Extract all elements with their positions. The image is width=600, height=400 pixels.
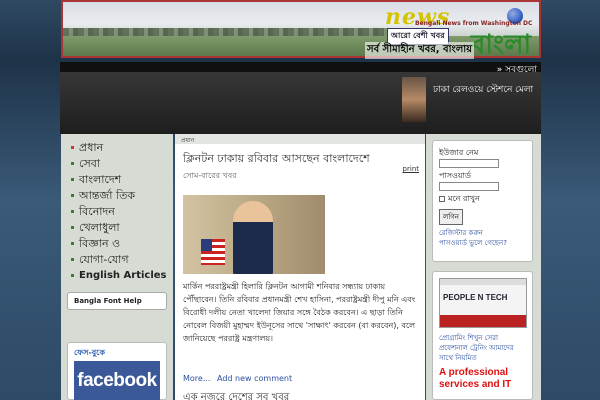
- facebook-logo[interactable]: facebook: [74, 361, 160, 400]
- password-label: পাসওয়ার্ড: [439, 171, 471, 180]
- article-photo: [183, 195, 325, 274]
- nav-item-english-articles[interactable]: English Articles: [71, 268, 173, 284]
- remember-checkbox[interactable]: [439, 195, 445, 202]
- nav-item[interactable]: খেলাধুলা: [71, 220, 173, 236]
- ad-brand: PEOPLE N TECH: [443, 293, 508, 302]
- remember-label: মনে রাখুন: [448, 194, 480, 203]
- password-input[interactable]: [439, 182, 499, 191]
- nav-item[interactable]: বাংলাদেশ: [71, 172, 173, 188]
- register-link[interactable]: রেজিস্টার করুন: [439, 228, 526, 238]
- login-box: ইউজার নেম পাসওয়ার্ড মনে রাখুন লগিন রেজি…: [432, 140, 533, 262]
- ad-banner-bottom: [440, 315, 526, 327]
- nav-item[interactable]: বিনোদন: [71, 204, 173, 220]
- login-button[interactable]: লগিন: [439, 209, 463, 225]
- featured-thumbnail[interactable]: [402, 77, 426, 122]
- nav-item[interactable]: বিজ্ঞান ও: [71, 236, 173, 252]
- logo-bangla-text: বাংলা: [470, 30, 531, 58]
- ad-red-text[interactable]: A professional services and IT: [439, 367, 526, 391]
- next-article-headline[interactable]: এক নজরে দেশের সব খবর: [183, 390, 289, 400]
- article-links: More... Add new comment: [183, 374, 296, 383]
- header-slogan: সর্ব সীমাহীন খবর, বাংলায়: [365, 42, 475, 59]
- main-content: প্রধান ক্লিনটন ঢাকায় রবিবার আসছেন বাংলা…: [175, 134, 425, 400]
- forgot-password-link[interactable]: পাসওয়ার্ড ভুলে গেছেন?: [439, 238, 526, 248]
- nav-item[interactable]: যোগা-যোগ: [71, 252, 173, 268]
- ad-banner-top: [440, 279, 526, 285]
- breadcrumb: প্রধান: [175, 134, 425, 144]
- remember-row: মনে রাখুন: [439, 193, 526, 204]
- left-sidebar: প্রধান সেবা বাংলাদেশ আন্তর্জা তিক বিনোদন…: [61, 134, 173, 400]
- ad-blue-text[interactable]: প্রোগ্রামিং শিখুন সেরা প্রফেশনাল ট্রেনিং…: [439, 333, 526, 363]
- more-link[interactable]: More...: [183, 374, 210, 383]
- advertisement-box[interactable]: PEOPLE N TECH প্রোগ্রামিং শিখুন সেরা প্র…: [432, 271, 533, 400]
- right-sidebar: ইউজার নেম পাসওয়ার্ড মনে রাখুন লগিন রেজি…: [426, 134, 541, 400]
- featured-story-title[interactable]: ঢাকা রেলওয়ে স্টেশনে মেলা: [433, 84, 535, 96]
- article-body: মার্কিন পররাষ্ট্রমন্ত্রী হিলারি ক্লিনটন …: [183, 282, 416, 343]
- bangla-font-help-link[interactable]: Bangla Font Help: [67, 292, 167, 310]
- main-navigation: প্রধান সেবা বাংলাদেশ আন্তর্জা তিক বিনোদন…: [61, 134, 173, 284]
- ad-banner[interactable]: PEOPLE N TECH: [439, 278, 527, 328]
- featured-topline: [60, 62, 541, 72]
- nav-item[interactable]: সেবা: [71, 156, 173, 172]
- nav-item[interactable]: আন্তর্জা তিক: [71, 188, 173, 204]
- facebook-box: ফেস-বুকে facebook: [67, 342, 167, 400]
- article-headline[interactable]: ক্লিনটন ঢাকায় রবিবার আসছেন বাংলাদেশে: [183, 152, 393, 166]
- flag-image: [201, 239, 225, 265]
- featured-more-link[interactable]: » সবগুলো: [497, 62, 537, 77]
- person-image: [233, 201, 273, 274]
- add-comment-link[interactable]: Add new comment: [217, 374, 292, 383]
- article-date: সোম-বারের খবর: [183, 171, 237, 180]
- nav-item[interactable]: প্রধান: [71, 140, 173, 156]
- username-input[interactable]: [439, 159, 499, 168]
- username-label: ইউজার নেম: [439, 148, 479, 157]
- print-link[interactable]: print: [403, 165, 419, 173]
- featured-strip: » সবগুলো ঢাকা রেলওয়ে স্টেশনে মেলা: [60, 62, 541, 134]
